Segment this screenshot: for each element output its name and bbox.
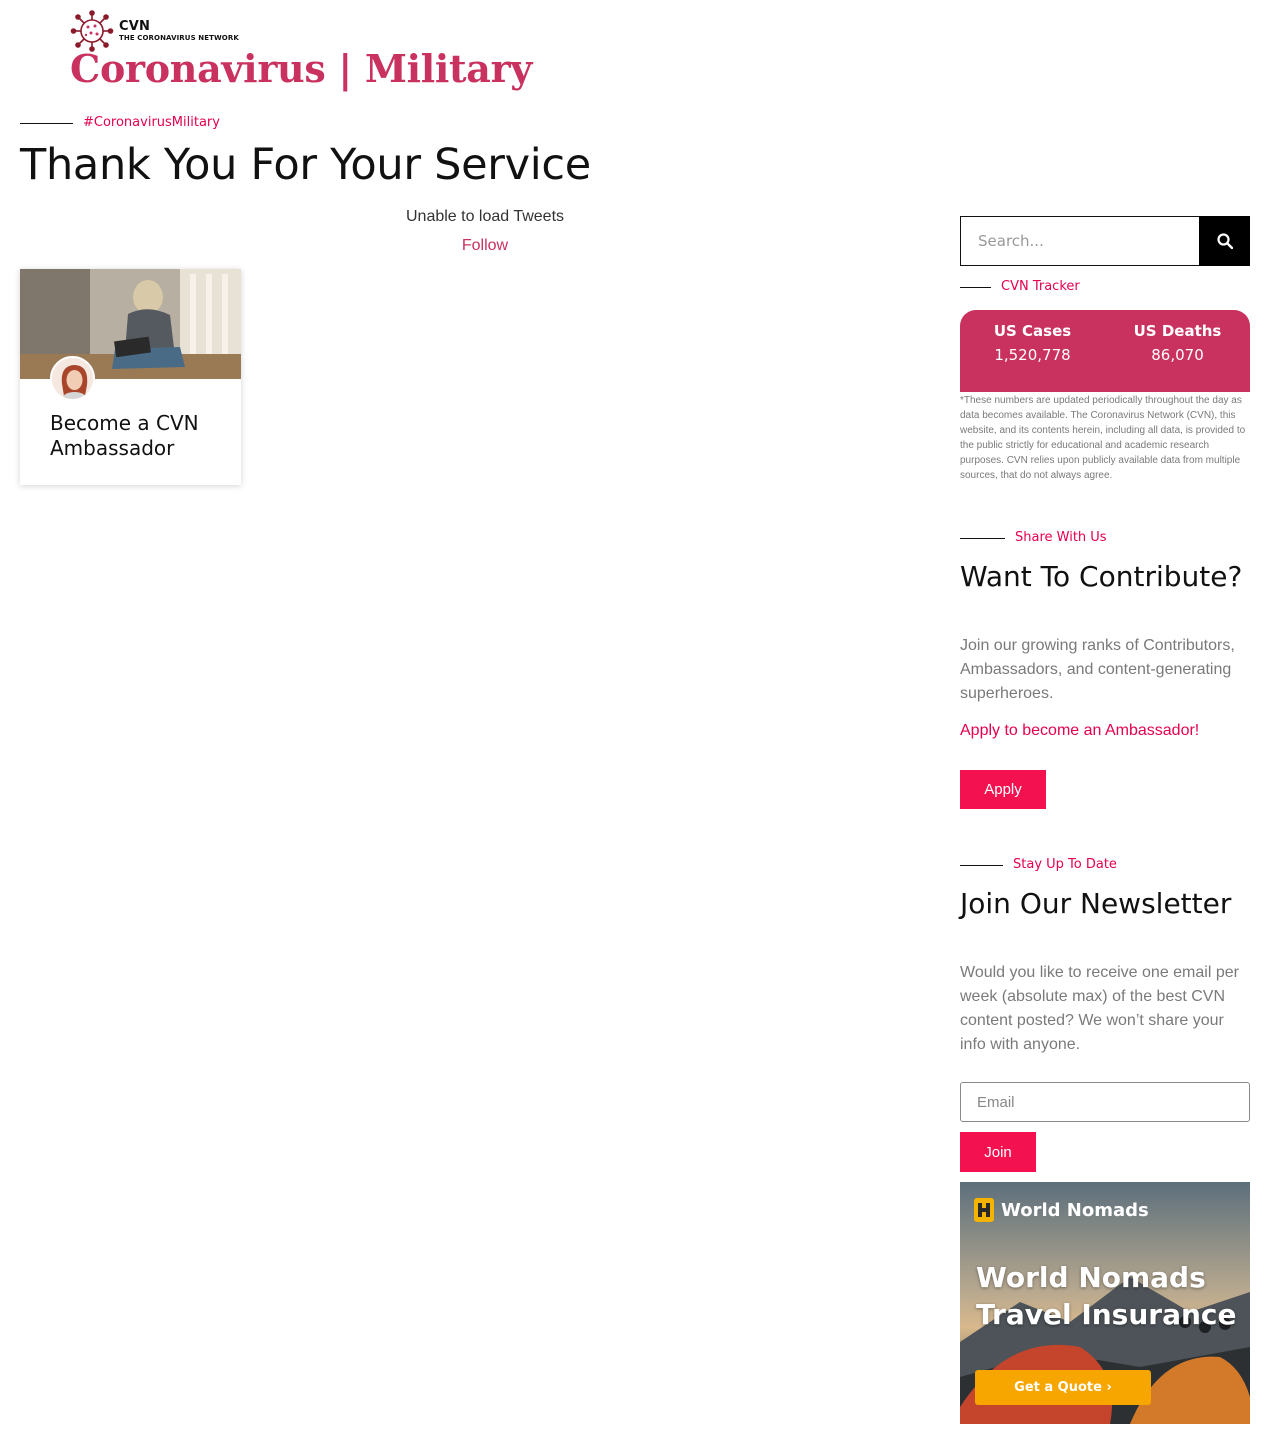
ambassador-card[interactable]: Become a CVN Ambassador	[20, 269, 241, 485]
logo-name: CVN	[119, 19, 151, 34]
newsletter-label: Stay Up To Date	[1013, 857, 1117, 872]
search-button[interactable]	[1199, 216, 1250, 266]
tracker-divider	[960, 287, 991, 288]
newsletter-text: Would you like to receive one email per …	[960, 964, 1239, 1053]
us-deaths-label: US Deaths	[1133, 322, 1222, 340]
search-icon	[1216, 233, 1233, 249]
us-cases-value: 1,520,778	[994, 346, 1071, 364]
contribute-divider	[960, 538, 1005, 539]
us-cases-label: US Cases	[993, 322, 1072, 340]
site-title[interactable]: Coronavirus | Military	[70, 46, 532, 91]
ambassador-apply-link[interactable]: Apply to become an Ambassador!	[960, 722, 1199, 740]
us-cases-stat: US Cases 1,520,778	[960, 322, 1105, 364]
apply-button[interactable]: Apply	[960, 770, 1046, 809]
twitter-follow-link[interactable]: Follow	[20, 237, 950, 255]
newsletter-divider	[960, 865, 1003, 866]
logo-tagline: THE CORONAVIRUS NETWORK	[119, 34, 239, 42]
world-nomads-logo-icon	[974, 1198, 994, 1222]
card-image[interactable]	[20, 269, 241, 379]
get-quote-button[interactable]: Get a Quote ›	[975, 1370, 1151, 1405]
newsletter-heading: Join Our Newsletter	[960, 887, 1232, 920]
world-nomads-ad[interactable]: World Nomads World Nomads Travel Insuran…	[960, 1182, 1250, 1424]
woman-with-laptop-image	[20, 269, 241, 379]
tracker-disclaimer: *These numbers are updated periodically …	[960, 395, 1246, 481]
email-field[interactable]	[960, 1082, 1250, 1122]
hashtag-label: #CoronavirusMilitary	[83, 115, 220, 130]
ad-headline-line1: World Nomads	[976, 1261, 1206, 1294]
search-input[interactable]	[960, 216, 1200, 266]
page-title: Thank You For Your Service	[20, 140, 591, 190]
us-deaths-stat: US Deaths 86,070	[1105, 322, 1250, 364]
cvn-tracker-panel: US Cases 1,520,778 US Deaths 86,070	[960, 310, 1250, 392]
author-avatar[interactable]	[50, 356, 95, 401]
contribute-label: Share With Us	[1015, 530, 1107, 545]
ad-brand: World Nomads	[1001, 1200, 1149, 1221]
card-title[interactable]: Become a CVN Ambassador	[50, 411, 230, 461]
contribute-text: Join our growing ranks of Contributors, …	[960, 637, 1235, 702]
author-avatar-image	[52, 358, 93, 399]
us-deaths-value: 86,070	[1151, 346, 1204, 364]
contribute-heading: Want To Contribute?	[960, 560, 1243, 593]
ad-headline-line2: Travel Insurance	[976, 1298, 1237, 1331]
tweets-error-message: Unable to load Tweets	[405, 208, 565, 225]
hashtag-divider	[20, 123, 73, 124]
join-button[interactable]: Join	[960, 1132, 1036, 1172]
ad-headline: World Nomads Travel Insurance	[976, 1259, 1237, 1333]
tracker-label: CVN Tracker	[1001, 279, 1080, 294]
